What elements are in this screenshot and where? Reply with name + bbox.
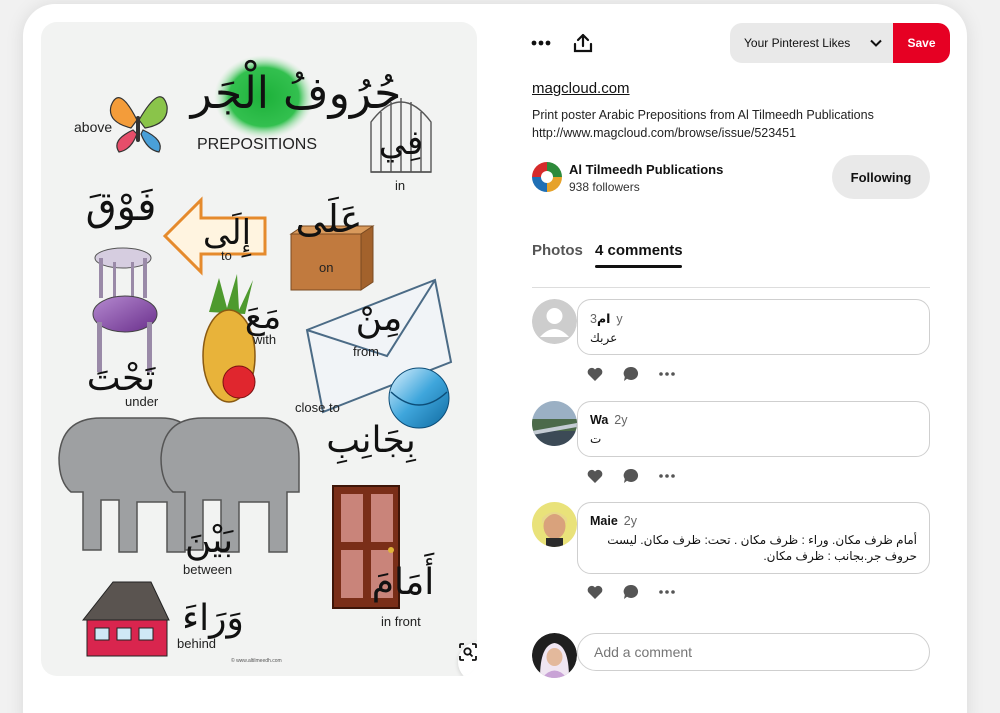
word-in-en: in [395,178,405,193]
word-above-ar: فَوْقَ [86,184,157,230]
comment-author[interactable]: Wa [590,413,608,427]
share-icon [573,33,593,53]
visual-search-button[interactable] [458,642,477,676]
following-button[interactable]: Following [832,155,930,199]
more-icon [531,40,551,46]
more-icon [659,372,675,376]
creator-logo-image [532,162,562,192]
board-select-label: Your Pinterest Likes [744,36,851,50]
word-behind-en: behind [177,636,216,651]
like-button[interactable] [587,367,603,382]
reply-button[interactable] [623,468,639,484]
poster-title-arabic: حُرُوفُ الْجَر [189,59,402,119]
more-icon [659,474,675,478]
word-under-en: under [125,394,159,409]
chevron-down-icon [870,39,882,47]
comment-more-button[interactable] [659,474,675,478]
like-button[interactable] [587,469,603,484]
word-on-en: on [319,260,333,275]
user-photo-avatar [532,401,577,446]
current-user-avatar[interactable] [532,633,577,678]
comment-bubble: ام3y عربك [577,299,930,355]
comment-text: أمام ظرف مكان. وراء : ظرف مكان . تحت: ظر… [607,533,917,563]
comment-more-button[interactable] [659,590,675,594]
poster-footer: © www.altilmeedh.com [231,657,282,664]
comment-text: عربك [590,331,618,345]
source-link[interactable]: magcloud.com [532,80,630,97]
board-select[interactable]: Your Pinterest Likes [730,23,895,63]
heart-icon [587,469,603,483]
word-in-front-en: in front [381,614,421,629]
prepositions-poster: حُرُوفُ الْجَر PREPOSITIONS above فِي in… [58,55,453,664]
word-with-en: with [252,332,276,347]
tab-photos[interactable]: Photos [532,242,583,259]
word-between-en: between [183,562,232,577]
word-with-ar: مَعَ [245,297,281,337]
word-behind-ar: وَرَاءَ [182,598,244,639]
reply-button[interactable] [623,584,639,600]
comment-actions [587,366,675,382]
creator-avatar[interactable] [532,162,562,192]
add-comment-input[interactable] [577,633,930,671]
comment-bubble: Wa 2y ت [577,401,930,457]
poster-title-english: PREPOSITIONS [197,136,317,153]
comment-time: 2y [614,413,628,427]
word-in-ar: فِي [379,123,424,163]
comment-avatar[interactable] [532,299,577,344]
creator-name[interactable]: Al Tilmeedh Publications [569,162,723,177]
comment-more-button[interactable] [659,372,675,376]
comment-avatar[interactable] [532,502,577,547]
tab-comments[interactable]: 4 comments [595,242,683,259]
word-on-ar: عَلَى [296,197,363,241]
pin-description: Print poster Arabic Prepositions from Al… [532,108,874,140]
word-above-en: above [74,119,112,135]
heart-icon [587,585,603,599]
comment-icon [623,366,639,381]
comment-actions [587,584,675,600]
butterfly-illustration [109,96,168,153]
comment-bubble: Maie 2y أمام ظرف مكان. وراء : ظرف مكان . … [577,502,930,574]
like-button[interactable] [587,585,603,600]
word-close-to-ar: بِجَانِبِ [326,420,417,464]
pin-image[interactable]: حُرُوفُ الْجَر PREPOSITIONS above فِي in… [41,22,477,676]
comment-time: 2y [623,514,637,528]
comment-author[interactable]: Maie [590,514,618,528]
comment-author[interactable]: ام [597,312,610,326]
elephants-illustration [58,417,300,553]
heart-icon [587,367,603,381]
user-photo-avatar [532,633,577,678]
word-from-en: from [353,344,379,359]
active-tab-indicator [595,265,682,268]
default-avatar-icon [532,299,577,344]
more-options-button[interactable] [526,28,556,58]
word-to-en: to [221,248,232,263]
comment-text: ت [590,432,602,446]
creator-followers: 938 followers [569,180,640,194]
comment-icon [623,468,639,483]
more-icon [659,590,675,594]
word-between-ar: بَيْنَ [185,520,235,561]
pineapple-illustration [202,274,256,403]
chair-illustration [92,247,158,372]
house-illustration [81,581,170,657]
user-photo-avatar [532,502,577,547]
comment-avatar[interactable] [532,401,577,446]
comment-icon [623,584,639,599]
word-close-to-en: close to [295,400,340,415]
visual-search-icon [459,643,477,661]
ball-illustration [388,367,450,429]
reply-button[interactable] [623,366,639,382]
word-from-ar: مِنْ [356,298,403,339]
divider [532,287,930,288]
save-button[interactable]: Save [893,23,950,63]
share-button[interactable] [568,28,598,58]
comment-actions [587,468,675,484]
word-under-ar: تَحْتَ [87,358,157,399]
